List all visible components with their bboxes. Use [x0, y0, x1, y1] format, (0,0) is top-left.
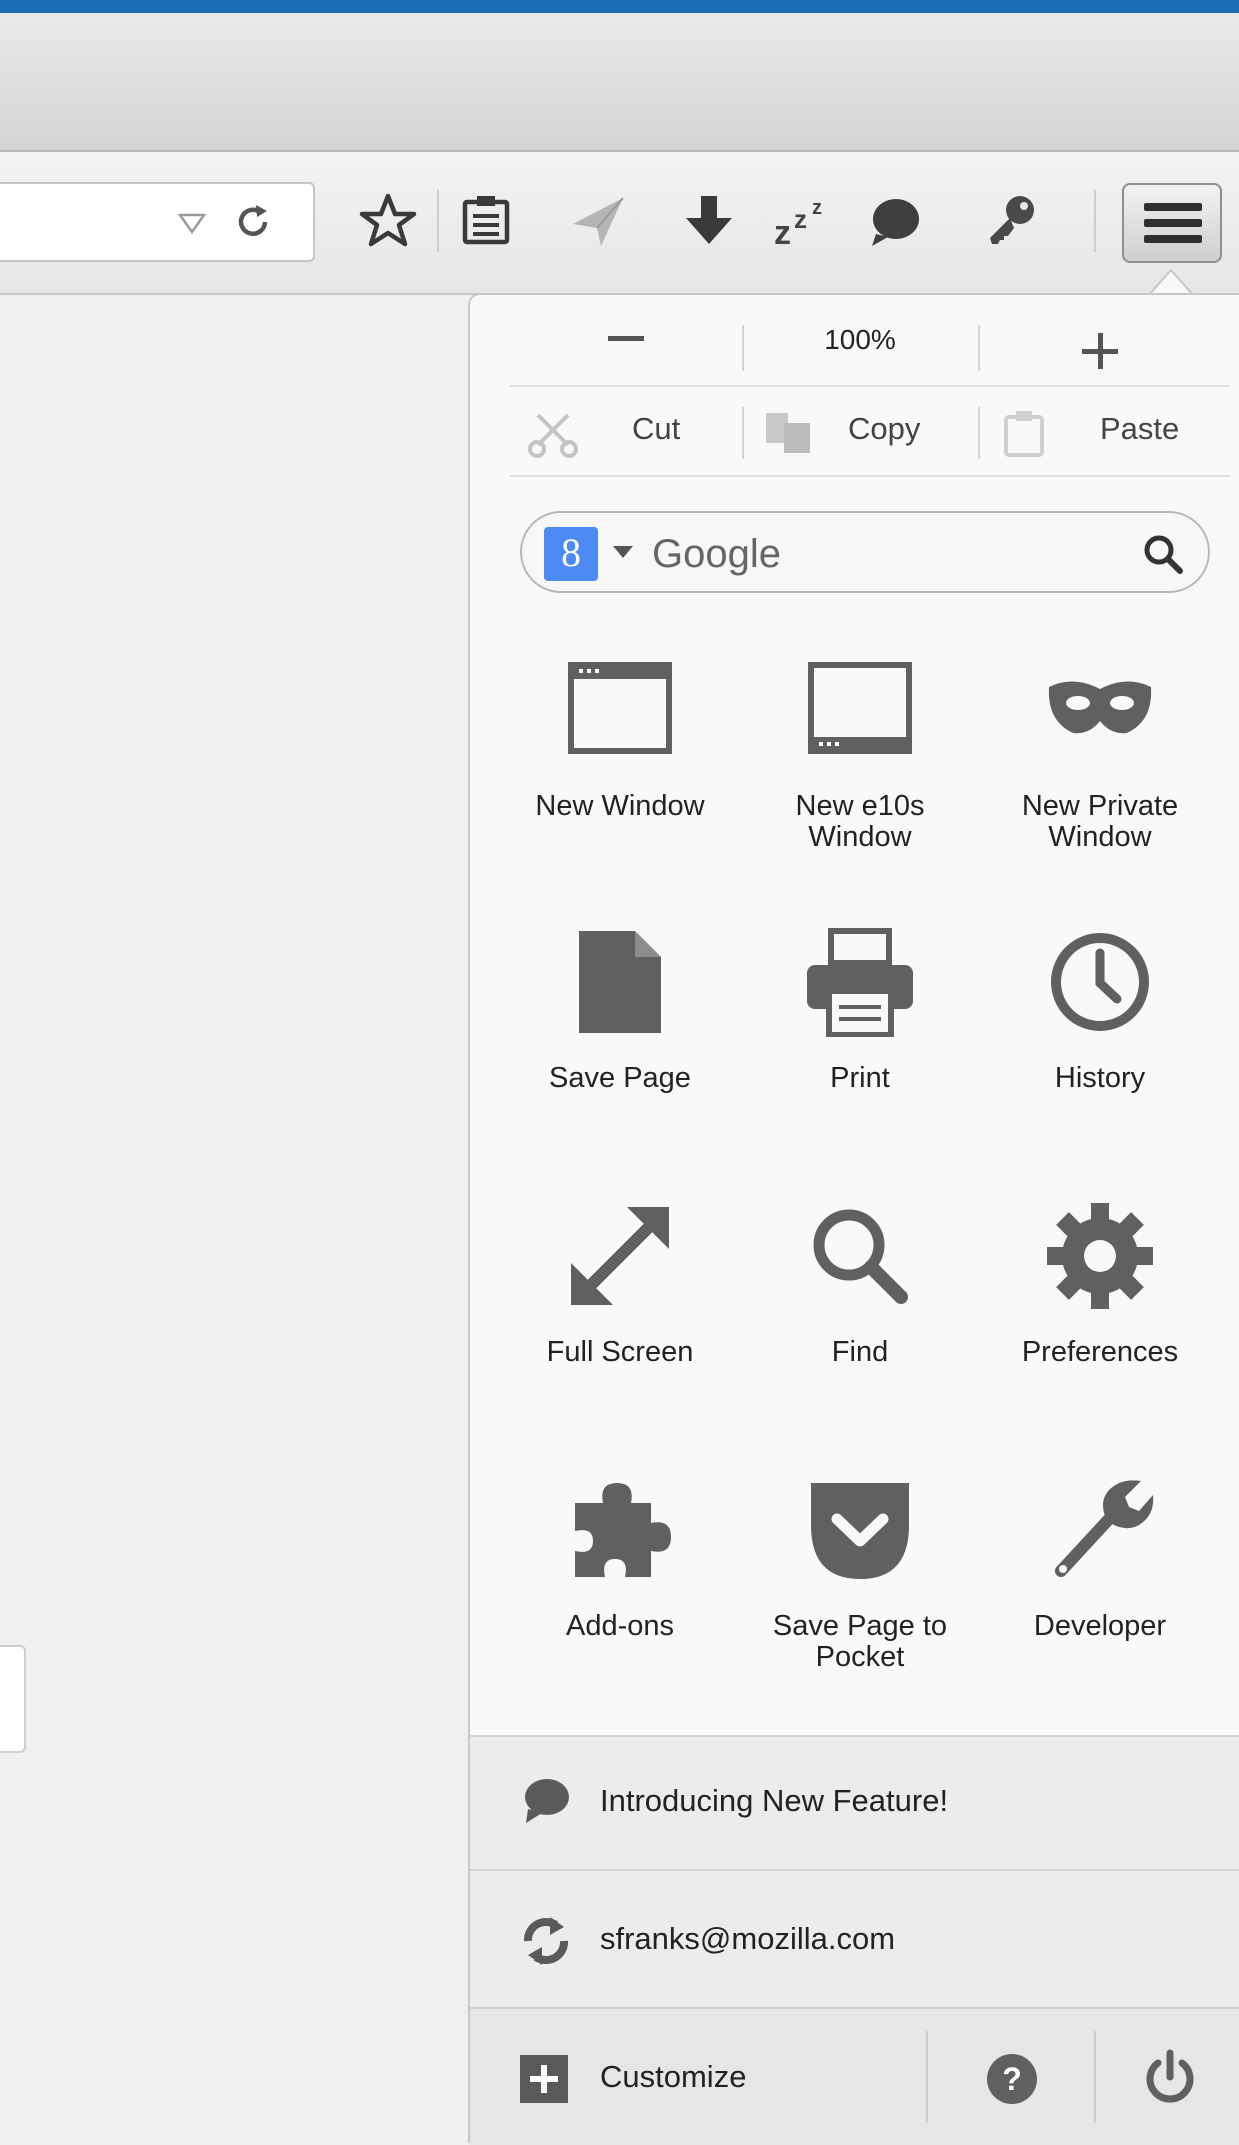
- customize-label: Customize: [600, 2059, 747, 2094]
- main-menu-panel: 100% Cut Copy Paste 8 Google New Window …: [468, 293, 1239, 2145]
- search-icon[interactable]: [1142, 533, 1184, 575]
- engine-dropdown-icon[interactable]: [612, 545, 634, 559]
- svg-text:z: z: [774, 214, 791, 252]
- full-screen-button[interactable]: Full Screen: [500, 1201, 740, 1451]
- customize-plus-icon: [520, 2055, 568, 2103]
- scissors-icon: [528, 413, 578, 458]
- chat-bubble-icon: [525, 1779, 569, 1823]
- new-e10s-window-button[interactable]: New e10s Window: [740, 655, 980, 905]
- toolbar-separator: [437, 190, 439, 252]
- clipboard-icon: [1004, 411, 1044, 457]
- power-icon: [1146, 2049, 1194, 2103]
- item-label: Developer: [1033, 1610, 1167, 1642]
- copy-button[interactable]: Copy: [744, 387, 976, 475]
- zoom-reset-button[interactable]: 100%: [744, 295, 976, 385]
- clock-icon: [1051, 933, 1149, 1031]
- copy-icon: [766, 413, 810, 453]
- svg-text:z: z: [794, 204, 807, 234]
- e10s-window-icon: [808, 662, 912, 754]
- paste-button[interactable]: Paste: [980, 387, 1230, 475]
- history-dropmarker-icon[interactable]: [177, 208, 207, 238]
- sync-icon: [524, 1917, 568, 1965]
- private-mask-icon: [1048, 681, 1152, 734]
- account-email: sfranks@mozilla.com: [600, 1921, 896, 1956]
- puzzle-icon: [575, 1483, 671, 1577]
- window-titlebar-strip: [0, 0, 1239, 13]
- help-button[interactable]: ?: [928, 2009, 1094, 2145]
- item-label: Save Page to Pocket: [772, 1610, 948, 1673]
- new-window-button[interactable]: New Window: [500, 655, 740, 905]
- reload-icon[interactable]: [232, 200, 276, 244]
- preferences-button[interactable]: Preferences: [980, 1201, 1220, 1451]
- save-to-pocket-button[interactable]: Save Page to Pocket: [740, 1475, 980, 1725]
- copy-label: Copy: [848, 411, 921, 446]
- panel-arrow: [1148, 268, 1194, 296]
- chat-icon[interactable]: [862, 188, 928, 254]
- history-button[interactable]: History: [980, 927, 1220, 1177]
- quit-button[interactable]: [1096, 2009, 1239, 2145]
- new-private-window-button[interactable]: New Private Window: [980, 655, 1220, 905]
- edit-controls: Cut Copy Paste: [510, 387, 1230, 477]
- page-content: [0, 295, 470, 2143]
- customize-button[interactable]: Customize: [470, 2009, 926, 2145]
- url-bar[interactable]: [0, 182, 315, 262]
- sleep-icon[interactable]: z z z: [770, 188, 836, 254]
- item-label: New Window: [535, 790, 705, 822]
- fullscreen-arrows-icon: [571, 1207, 669, 1305]
- save-page-icon: [579, 931, 661, 1033]
- printer-icon: [807, 928, 913, 1037]
- svg-text:?: ?: [1002, 2061, 1022, 2097]
- search-input[interactable]: [650, 523, 1104, 585]
- item-label: Print: [830, 1062, 890, 1094]
- downloads-icon[interactable]: [676, 188, 742, 254]
- item-label: Add-ons: [565, 1610, 674, 1642]
- item-label: New Private Window: [1021, 790, 1179, 853]
- find-button[interactable]: Find: [740, 1201, 980, 1451]
- item-label: Find: [831, 1336, 889, 1368]
- zoom-controls: 100%: [510, 295, 1230, 387]
- help-icon: ?: [987, 2054, 1037, 2104]
- cut-label: Cut: [632, 411, 681, 446]
- item-label: Preferences: [1021, 1336, 1179, 1368]
- pocket-icon: [811, 1483, 909, 1579]
- search-engine-logo[interactable]: 8: [544, 527, 598, 581]
- wrench-icon: [1055, 1480, 1154, 1577]
- new-feature-label: Introducing New Feature!: [600, 1783, 949, 1818]
- item-label: Full Screen: [546, 1336, 694, 1368]
- new-feature-item[interactable]: Introducing New Feature!: [470, 1735, 1239, 1869]
- save-page-button[interactable]: Save Page: [500, 927, 740, 1177]
- window-icon: [568, 662, 672, 754]
- zoom-in-button[interactable]: [980, 295, 1230, 385]
- hamburger-menu-icon: [1144, 203, 1202, 243]
- bookmark-star-icon[interactable]: [355, 188, 421, 254]
- tab-strip: [0, 13, 1239, 152]
- password-key-icon[interactable]: [978, 188, 1044, 254]
- minus-icon: [608, 336, 644, 341]
- panel-footer: Customize ?: [470, 2007, 1239, 2145]
- page-content-element: [0, 1645, 26, 1753]
- send-tab-icon[interactable]: [565, 188, 631, 254]
- open-menu-button[interactable]: [1122, 183, 1222, 263]
- gear-icon: [1047, 1203, 1153, 1309]
- cut-button[interactable]: Cut: [510, 387, 740, 475]
- paste-label: Paste: [1100, 411, 1180, 446]
- item-label: New e10s Window: [795, 790, 925, 853]
- item-label: History: [1054, 1062, 1146, 1094]
- zoom-out-button[interactable]: [510, 295, 740, 385]
- add-ons-button[interactable]: Add-ons: [500, 1475, 740, 1725]
- developer-button[interactable]: Developer: [980, 1475, 1220, 1725]
- plus-icon: [1082, 333, 1118, 369]
- reading-list-icon[interactable]: [453, 188, 519, 254]
- sync-account-item[interactable]: sfranks@mozilla.com: [470, 1869, 1239, 2007]
- search-bar: 8: [520, 511, 1210, 593]
- print-button[interactable]: Print: [740, 927, 980, 1177]
- magnifier-icon: [813, 1209, 908, 1304]
- item-label: Save Page: [549, 1062, 691, 1094]
- toolbar-separator: [1094, 190, 1096, 252]
- svg-text:z: z: [812, 197, 822, 219]
